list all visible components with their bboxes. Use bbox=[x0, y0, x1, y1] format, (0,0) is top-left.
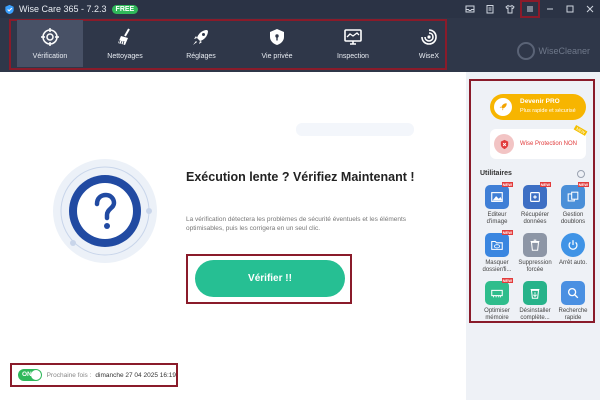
new-tag: NEW bbox=[501, 182, 513, 187]
nav-item-settings[interactable]: Réglages bbox=[168, 20, 234, 67]
side-highlight-box: Devenir PRO Plus rapide et sécurisé Wise… bbox=[469, 79, 595, 323]
tool-hide-folder[interactable]: NEW Masquer dossier/fi... bbox=[478, 230, 516, 279]
app-window: Wise Care 365 - 7.2.3 FREE Vérification … bbox=[0, 0, 600, 400]
auto-check-toggle[interactable]: ON bbox=[18, 369, 42, 381]
app-logo-icon bbox=[5, 4, 14, 14]
clipboard-icon[interactable] bbox=[480, 0, 500, 18]
main-panel: Exécution lente ? Vérifiez Maintenant ! … bbox=[0, 72, 466, 400]
tool-data-recovery[interactable]: NEW Récupérer données bbox=[516, 182, 554, 231]
tool-label: Désinstaller complète... bbox=[519, 308, 551, 321]
tool-label: Editeur d'image bbox=[486, 212, 508, 225]
wise-protection-card[interactable]: Wise Protection NON NEW bbox=[490, 124, 588, 159]
minimize-icon[interactable] bbox=[540, 0, 560, 18]
verify-button[interactable]: Vérifier !! bbox=[195, 260, 345, 297]
nav-item-wisex[interactable]: WiseX bbox=[396, 20, 462, 67]
new-tag: NEW bbox=[501, 230, 513, 235]
shield-alert-icon bbox=[494, 134, 514, 154]
gear-icon[interactable] bbox=[577, 170, 585, 178]
uninstall-icon bbox=[523, 281, 547, 305]
brand-logo-icon bbox=[517, 42, 536, 60]
new-tag: NEW bbox=[573, 124, 588, 137]
app-title: Wise Care 365 - 7.2.3 bbox=[19, 4, 107, 14]
hide-folder-icon: NEW bbox=[485, 230, 513, 257]
rocket-icon bbox=[193, 30, 208, 45]
nav-item-privacy[interactable]: Vie privée bbox=[244, 20, 310, 67]
tool-label: Arrêt auto. bbox=[558, 260, 587, 266]
tool-label: Suppression forcée bbox=[518, 260, 552, 273]
utilities-title: Utilitaires bbox=[480, 170, 512, 177]
tool-memory-optimize[interactable]: NEW Optimiser mémoire bbox=[478, 278, 516, 327]
force-delete-icon bbox=[523, 233, 547, 257]
maximize-icon[interactable] bbox=[560, 0, 580, 18]
image-editor-icon: NEW bbox=[485, 182, 513, 209]
memory-icon: NEW bbox=[485, 278, 513, 305]
crosshair-icon bbox=[41, 28, 59, 46]
menu-icon[interactable] bbox=[520, 0, 540, 18]
new-tag: NEW bbox=[501, 278, 513, 283]
brand-name: WiseCleaner bbox=[538, 46, 590, 56]
rocket-icon bbox=[494, 98, 512, 116]
side-panel: Devenir PRO Plus rapide et sécurisé Wise… bbox=[466, 72, 600, 400]
main-nav: Vérification Nettoyages Réglages Vie pri… bbox=[0, 18, 600, 72]
nav-item-inspection[interactable]: Inspection bbox=[320, 20, 386, 67]
nav-label: Nettoyages bbox=[107, 53, 143, 60]
protection-status: Wise Protection NON bbox=[520, 141, 578, 147]
tool-label: Optimiser mémoire bbox=[484, 308, 510, 321]
title-bar: Wise Care 365 - 7.2.3 FREE bbox=[0, 0, 600, 18]
inbox-icon[interactable] bbox=[460, 0, 480, 18]
main-headline: Exécution lente ? Vérifiez Maintenant ! bbox=[186, 170, 415, 184]
nav-label: Vie privée bbox=[261, 53, 293, 60]
pro-subtitle: Plus rapide et sécurisé bbox=[520, 108, 576, 114]
title-bar-controls bbox=[460, 0, 600, 18]
tool-force-delete[interactable]: Suppression forcée bbox=[516, 233, 554, 279]
brand-watermark: WiseCleaner bbox=[517, 42, 590, 60]
spiral-icon bbox=[421, 29, 437, 45]
tool-auto-shutdown[interactable]: Arrêt auto. bbox=[554, 233, 592, 279]
next-check-date: dimanche 27 04 2025 16:19 bbox=[95, 371, 176, 379]
tool-quick-search[interactable]: Recherche rapide bbox=[554, 281, 592, 327]
question-shield-illustration bbox=[53, 159, 157, 263]
shield-lock-icon bbox=[270, 29, 284, 45]
broom-icon bbox=[118, 28, 130, 45]
nav-label: Inspection bbox=[337, 53, 369, 60]
tool-label: Masquer dossier/fi... bbox=[482, 260, 512, 273]
nav-label: Vérification bbox=[32, 53, 68, 60]
upgrade-pro-button[interactable]: Devenir PRO Plus rapide et sécurisé bbox=[490, 94, 586, 120]
duplicates-icon: NEW bbox=[561, 182, 589, 209]
new-tag: NEW bbox=[539, 182, 551, 187]
shirt-icon[interactable] bbox=[500, 0, 520, 18]
main-description: La vérification détectera les problèmes … bbox=[186, 216, 407, 232]
monitor-icon bbox=[344, 29, 362, 45]
nav-item-verification[interactable]: Vérification bbox=[17, 20, 83, 67]
tool-label: Récupérer données bbox=[520, 212, 549, 225]
new-tag: NEW bbox=[577, 182, 589, 187]
search-icon bbox=[561, 281, 585, 305]
toggle-knob bbox=[30, 370, 41, 380]
tool-label: Gestion doublons bbox=[560, 212, 586, 225]
nav-label: WiseX bbox=[418, 53, 440, 60]
tool-label: Recherche rapide bbox=[558, 308, 588, 321]
pro-title: Devenir PRO bbox=[520, 98, 560, 105]
power-icon bbox=[561, 233, 585, 257]
data-recovery-icon: NEW bbox=[523, 182, 551, 209]
tool-image-editor[interactable]: NEW Editeur d'image bbox=[478, 182, 516, 231]
free-badge: FREE bbox=[111, 4, 139, 14]
tool-uninstall[interactable]: Désinstaller complète... bbox=[516, 281, 554, 327]
tool-duplicates[interactable]: NEW Gestion doublons bbox=[554, 182, 592, 231]
nav-item-cleaning[interactable]: Nettoyages bbox=[92, 20, 158, 67]
ghost-placeholder-bar bbox=[296, 123, 414, 136]
close-icon[interactable] bbox=[580, 0, 600, 18]
next-check-bar: ON Prochaine fois : dimanche 27 04 2025 … bbox=[10, 363, 178, 387]
nav-label: Réglages bbox=[186, 53, 216, 60]
next-check-label: Prochaine fois : bbox=[46, 371, 92, 379]
